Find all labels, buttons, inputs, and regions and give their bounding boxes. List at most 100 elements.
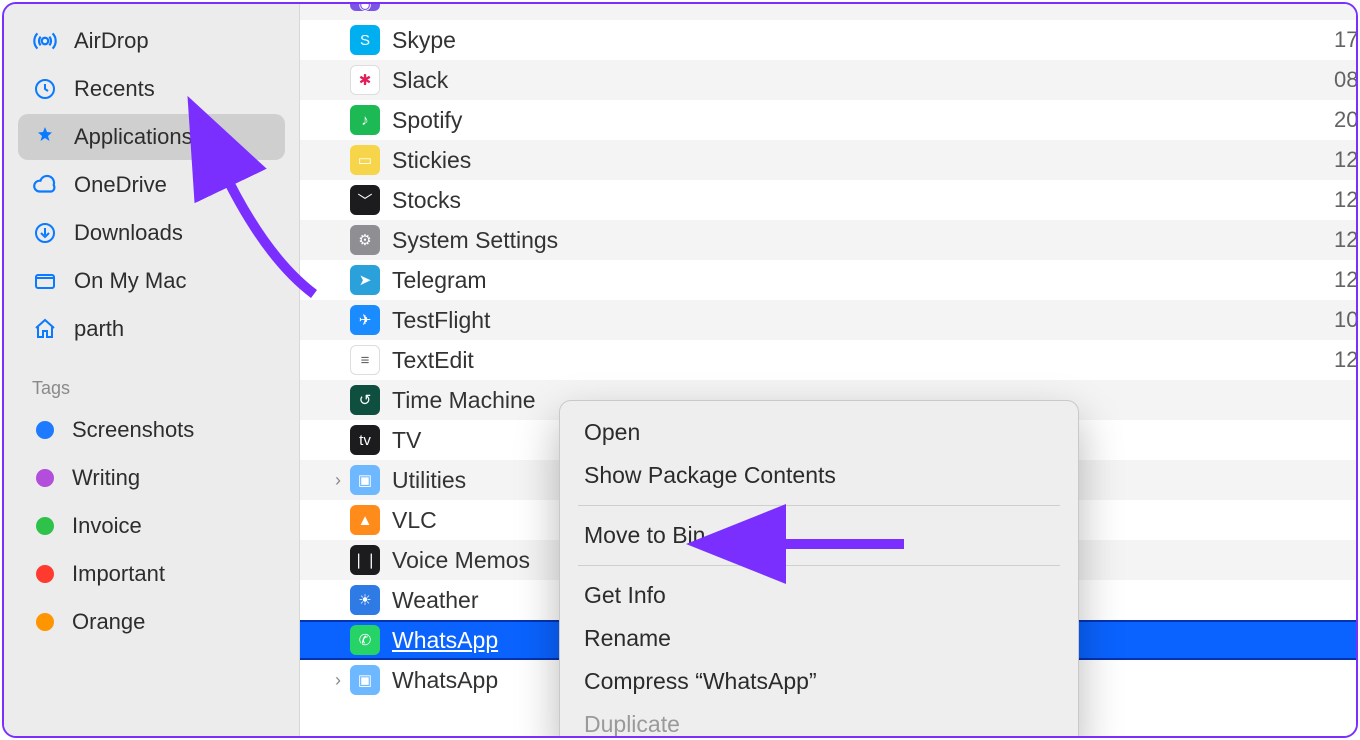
tag-invoice[interactable]: Invoice	[18, 503, 285, 549]
app-icon: ♪	[350, 105, 380, 135]
house-icon	[30, 314, 60, 344]
file-name: Spotify	[392, 107, 462, 134]
file-name: Time Machine	[392, 387, 536, 414]
clock-icon	[30, 74, 60, 104]
file-name: TextEdit	[392, 347, 474, 374]
file-name: TV	[392, 427, 421, 454]
tag-dot-icon	[36, 613, 54, 631]
file-date-modified: 12-Jan-2024, 12:49 PM	[1334, 187, 1358, 213]
app-icon: ➤	[350, 265, 380, 295]
menu-open[interactable]: Open	[560, 411, 1078, 454]
apps-icon	[30, 122, 60, 152]
app-icon: ⚙	[350, 225, 380, 255]
file-date-modified: 12-Jan-2024, 12:49 PM	[1334, 147, 1358, 173]
app-icon: tv	[350, 425, 380, 455]
file-row[interactable]: ⚙ System Settings 12-Jan-2024, 12:49 PM	[300, 220, 1356, 260]
tag-label: Orange	[72, 609, 145, 635]
file-date-modified: 12-Jan-2024, 12:28 AM	[1334, 267, 1358, 293]
file-name: Slack	[392, 67, 448, 94]
tag-dot-icon	[36, 469, 54, 487]
tag-writing[interactable]: Writing	[18, 455, 285, 501]
app-icon: ﹀	[350, 185, 380, 215]
app-icon: ☀	[350, 585, 380, 615]
file-date-modified: 08-Dec-2023, 12:25 AM	[1334, 67, 1358, 93]
file-name: Utilities	[392, 467, 466, 494]
file-name: TestFlight	[392, 307, 490, 334]
file-row[interactable]: ﹀ Stocks 12-Jan-2024, 12:49 PM	[300, 180, 1356, 220]
tag-important[interactable]: Important	[18, 551, 285, 597]
file-name: Stickies	[392, 147, 471, 174]
menu-rename[interactable]: Rename	[560, 617, 1078, 660]
sidebar-item-label: parth	[74, 316, 124, 342]
folder-icon	[30, 266, 60, 296]
sidebar: AirDrop Recents Applications OneDrive Do…	[4, 4, 300, 736]
file-name: Voice Memos	[392, 547, 530, 574]
menu-duplicate[interactable]: Duplicate	[560, 703, 1078, 738]
tag-label: Important	[72, 561, 165, 587]
sidebar-item-recents[interactable]: Recents	[18, 66, 285, 112]
sidebar-item-onedrive[interactable]: OneDrive	[18, 162, 285, 208]
context-menu: Open Show Package Contents Move to Bin G…	[559, 400, 1079, 738]
sidebar-item-applications[interactable]: Applications	[18, 114, 285, 160]
file-row[interactable]: ➤ Telegram 12-Jan-2024, 12:28 AM	[300, 260, 1356, 300]
sidebar-item-label: Downloads	[74, 220, 183, 246]
tag-label: Invoice	[72, 513, 142, 539]
sidebar-item-home[interactable]: parth	[18, 306, 285, 352]
disclosure-triangle-icon[interactable]: ›	[328, 670, 348, 691]
file-name: Stocks	[392, 187, 461, 214]
app-icon: ✆	[350, 625, 380, 655]
app-icon: ▣	[350, 665, 380, 695]
sidebar-item-label: OneDrive	[74, 172, 167, 198]
menu-compress[interactable]: Compress “WhatsApp”	[560, 660, 1078, 703]
tag-dot-icon	[36, 517, 54, 535]
tag-orange[interactable]: Orange	[18, 599, 285, 645]
disclosure-triangle-icon[interactable]: ›	[328, 470, 348, 491]
menu-move-to-bin[interactable]: Move to Bin	[560, 514, 1078, 557]
app-icon: ≡	[350, 345, 380, 375]
file-name: WhatsApp	[392, 627, 498, 654]
file-row[interactable]: S Skype 17-Oct-2023, 5:21 PM	[300, 20, 1356, 60]
app-icon: ◉	[350, 4, 380, 11]
file-row[interactable]: ▭ Stickies 12-Jan-2024, 12:49 PM	[300, 140, 1356, 180]
download-icon	[30, 218, 60, 248]
file-date-modified: 17-Oct-2023, 5:21 PM	[1334, 27, 1358, 53]
sidebar-item-downloads[interactable]: Downloads	[18, 210, 285, 256]
sidebar-item-label: Recents	[74, 76, 155, 102]
file-name: VLC	[392, 507, 437, 534]
menu-show-package-contents[interactable]: Show Package Contents	[560, 454, 1078, 497]
tags-header: Tags	[4, 354, 299, 405]
app-icon: ▣	[350, 465, 380, 495]
file-name: WhatsApp	[392, 667, 498, 694]
file-date-modified: 12-Jan-2024, 12:49 PM	[1334, 227, 1358, 253]
file-date-modified: 20-Nov-2023, 11:15 PM	[1334, 107, 1358, 133]
file-row[interactable]: ≡TextEdit12-Jan-2024, 12:49 PM	[300, 340, 1356, 380]
cloud-icon	[30, 170, 60, 200]
file-row[interactable]: ◉Siri12-Jan-2024, 12:49 PM	[300, 4, 1356, 20]
file-name: System Settings	[392, 227, 558, 254]
file-row[interactable]: ✱ Slack 08-Dec-2023, 12:25 AM	[300, 60, 1356, 100]
finder-window: AirDrop Recents Applications OneDrive Do…	[2, 2, 1358, 738]
app-icon: ✈	[350, 305, 380, 335]
file-row[interactable]: ♪ Spotify 20-Nov-2023, 11:15 PM	[300, 100, 1356, 140]
file-date-modified: 10-Mar-2023, 11:24 PM	[1334, 307, 1358, 333]
sidebar-item-label: Applications	[74, 124, 193, 150]
app-icon: ▭	[350, 145, 380, 175]
sidebar-item-onmymac[interactable]: On My Mac	[18, 258, 285, 304]
sidebar-item-airdrop[interactable]: AirDrop	[18, 18, 285, 64]
airdrop-icon	[30, 26, 60, 56]
menu-divider	[578, 565, 1060, 566]
file-name: Skype	[392, 27, 456, 54]
app-icon: ❘❘	[350, 545, 380, 575]
tag-label: Writing	[72, 465, 140, 491]
tag-screenshots[interactable]: Screenshots	[18, 407, 285, 453]
file-name: Weather	[392, 587, 479, 614]
app-icon: ▲	[350, 505, 380, 535]
menu-get-info[interactable]: Get Info	[560, 574, 1078, 617]
menu-divider	[578, 505, 1060, 506]
file-row[interactable]: ✈ TestFlight 10-Mar-2023, 11:24 PM	[300, 300, 1356, 340]
app-icon: ✱	[350, 65, 380, 95]
file-name: Telegram	[392, 267, 487, 294]
tag-dot-icon	[36, 565, 54, 583]
app-icon: S	[350, 25, 380, 55]
sidebar-item-label: On My Mac	[74, 268, 186, 294]
